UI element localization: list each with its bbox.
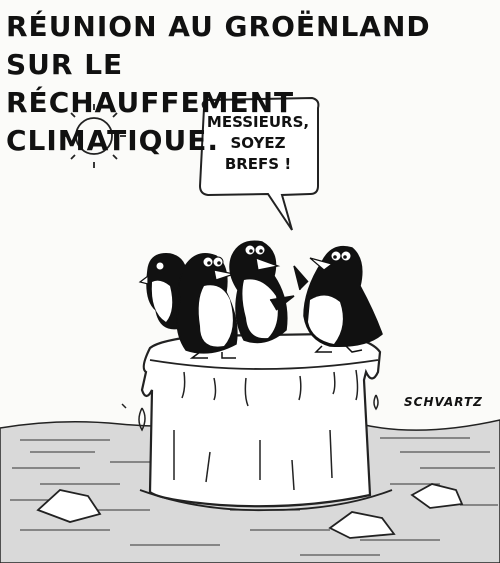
penguin-left: [176, 253, 238, 359]
artist-signature: SCHVARTZ: [404, 395, 483, 409]
cartoon-panel: Réunion au Groënland sur le réchauffemen…: [0, 0, 500, 563]
speech-line-1: Messieurs,: [206, 113, 310, 131]
speech-bubble-text: Messieurs, soyez brefs !: [200, 112, 316, 175]
caption-line-1: Réunion au Groënland sur le: [6, 10, 431, 81]
speech-line-2: soyez: [230, 134, 286, 152]
melting-iceberg: [139, 332, 393, 512]
penguin-middle: [229, 240, 295, 344]
speech-line-3: brefs !: [224, 155, 292, 173]
